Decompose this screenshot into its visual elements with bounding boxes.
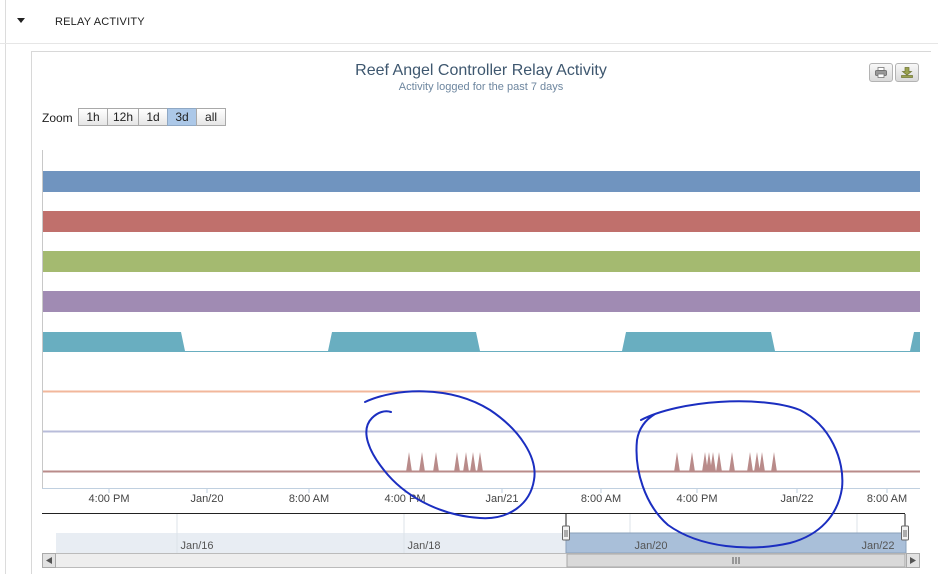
relay-chart: 4:00 PM Jan/20 8:00 AM 4:00 PM Jan/21 8:… (42, 150, 920, 568)
navigator-selected-range[interactable] (565, 532, 907, 554)
x-tick-label-1: 4:00 PM (89, 493, 130, 505)
x-tick-label-5: Jan/21 (485, 493, 518, 505)
scrollbar[interactable] (42, 553, 920, 568)
x-tick-label-9: 8:00 AM (867, 493, 907, 505)
navigator-label-3: Jan/20 (634, 540, 667, 552)
annotation-circle-right (635, 400, 844, 549)
x-tick-label-2: Jan/20 (190, 493, 223, 505)
relay-series-2 (43, 211, 920, 232)
navigator-right-handle[interactable] (901, 525, 909, 541)
relay-series-3 (43, 251, 920, 272)
relay-series-1 (43, 171, 920, 192)
navigator[interactable]: Jan/16 Jan/18 Jan/20 Jan/22 (42, 513, 909, 554)
navigator-label-4: Jan/22 (861, 540, 894, 552)
x-tick-label-6: 8:00 AM (581, 493, 621, 505)
x-tick-label-7: 4:00 PM (677, 493, 718, 505)
relay-series-5 (43, 332, 920, 352)
x-axis-labels: 4:00 PM Jan/20 8:00 AM 4:00 PM Jan/21 8:… (89, 493, 908, 505)
relay-series-8-pulses (406, 452, 777, 472)
relay-series-4 (43, 291, 920, 312)
x-tick-label-3: 8:00 AM (289, 493, 329, 505)
relay-series-group (43, 171, 920, 473)
x-tick-label-8: Jan/22 (780, 493, 813, 505)
navigator-left-handle[interactable] (562, 525, 570, 541)
navigator-label-1: Jan/16 (180, 540, 213, 552)
navigator-label-2: Jan/18 (407, 540, 440, 552)
